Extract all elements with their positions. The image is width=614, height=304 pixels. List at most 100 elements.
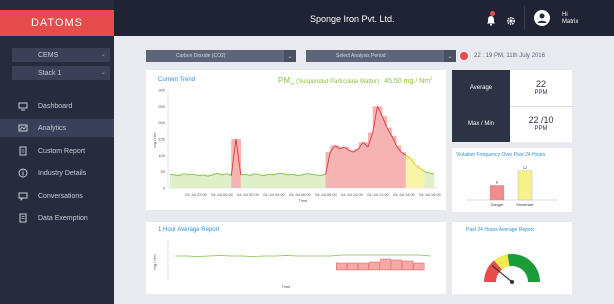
x-tick-label: 04 Jul 14:00 [393,192,416,197]
trend-area-segment [174,174,180,188]
notifications-button[interactable] [486,11,496,31]
hourly-bar [358,262,369,271]
trend-area-segment [344,147,350,188]
sidebar-item-conversations[interactable]: Conversations [0,187,114,205]
average-row: Average 22 PPM [452,70,572,106]
trend-area-segment [405,155,411,188]
violation-frequency-card: Violation Frequency Over Past 24 Hours 6… [452,148,572,212]
hourly-average-chart[interactable]: mg / Nm Time [146,222,446,294]
sidebar-item-custom-report[interactable]: Custom Report [0,142,114,160]
x-tick-label: 04 Jul 02:00 [237,192,260,197]
hourly-bar [347,262,358,271]
trend-area-segment [283,173,289,188]
trend-area-segment [254,173,260,188]
trend-area-segment [320,174,326,188]
y-axis-label: mg / Nm [152,132,157,148]
trend-area-segment [278,173,284,188]
chevron-down-icon: ⌄ [444,50,456,62]
hourly-line [175,254,431,257]
hourly-bar [402,260,414,271]
category-select[interactable]: CEMS ⌄ [12,48,110,62]
user-avatar[interactable] [534,10,550,26]
sidebar-item-data-exemption[interactable]: Data Exemption [0,209,114,227]
trend-area-segment [212,173,218,188]
trend-area-segment [424,171,430,188]
trend-area-segment [363,142,369,188]
trend-area-segment [306,173,312,188]
average-gauge [484,254,540,284]
hourly-bar [391,259,403,271]
category-select-value: CEMS [38,51,59,59]
x-tick-label: 04 Jul 04:00 [263,192,286,197]
trend-area-segment [259,174,265,188]
brand-logo[interactable]: DATOMS [0,10,114,36]
maxmin-row: Max / Min 22 /10 PPM [452,106,572,142]
sidebar-item-dashboard[interactable]: Dashboard [0,97,114,115]
trend-area-segment [287,174,293,188]
trend-area-segment [221,173,227,188]
x-axis-label: Time [282,284,292,289]
greeting-line1: Hi [562,12,568,18]
hourly-bar [413,262,425,271]
hourly-bar [336,262,347,271]
parameter-select[interactable]: Carbon Dioxide (CO2) ⌄ [146,50,296,62]
x-axis-label: Time [299,198,309,203]
period-select[interactable]: Select Analysis Period ⌄ [306,50,456,62]
trend-area-segment [401,152,407,188]
trend-area-segment [184,173,190,188]
sidebar: DATOMS CEMS ⌄ Stack 1 ⌄ Dashboard Analyt… [0,0,114,304]
sidebar-item-label: Analytics [38,124,67,132]
sidebar-item-analytics[interactable]: Analytics [0,119,114,137]
trend-area-segment [198,174,204,188]
violation-bar-value: 12 [523,165,528,170]
y-tick-label: 250 [158,104,165,109]
x-tick-label: 04 Jul 10:00 [341,192,364,197]
y-tick-label: 200 [158,120,165,125]
violation-bar [517,170,533,201]
divider [524,6,525,30]
trend-area-segment [386,127,392,188]
violation-chart[interactable]: 6 Danger 12 Moderate [452,148,572,212]
trend-area-segment [245,174,251,188]
y-tick-label: 150 [158,137,165,142]
live-status-dot [460,52,468,60]
trend-area-segment [193,174,199,188]
y-tick-label: 300 [158,88,165,93]
sidebar-item-label: Industry Details [38,169,87,177]
period-select-value: Select Analysis Period [336,53,386,59]
trend-area-segment [358,142,364,188]
settings-button[interactable] [506,13,516,31]
trend-area-segment [339,147,345,188]
info-icon [18,168,28,178]
maxmin-number: 22 /10 [528,114,554,125]
sidebar-item-industry-details[interactable]: Industry Details [0,164,114,182]
violation-bar [489,185,505,201]
hourly-average-card: 1 Hour Average Report mg / Nm Time [146,222,446,294]
trend-area-segment [302,173,308,188]
hourly-bar [380,258,392,271]
violation-bar-label: Danger [490,202,504,207]
stack-select[interactable]: Stack 1 ⌄ [12,66,110,80]
x-tick-label: 03 Jul 22:00 [185,192,208,197]
maxmin-label: Max / Min [452,106,510,142]
chevron-down-icon: ⌄ [100,51,106,58]
trend-area-segment [170,174,176,188]
user-greeting[interactable]: Hi Matrix [562,12,578,26]
trend-area-segment [188,174,194,188]
hourly-bar [369,261,380,271]
x-tick-label: 04 Jul 12:00 [367,192,390,197]
company-name: Sponge Iron Pvt. Ltd. [310,14,395,24]
current-trend-chart[interactable]: 300 250 200 150 100 50 0 03 Jul 22:00 04 Jul 00:… [146,70,446,210]
trend-area-segment [297,174,303,188]
x-tick-label: 04 Jul 08:00 [315,192,338,197]
average-value: 22 PPM [510,70,572,106]
trend-area-segment [377,106,383,188]
report-icon [18,146,28,156]
top-bar: Sponge Iron Pvt. Ltd. Hi Matrix [114,0,614,36]
trend-area-segment [231,139,237,188]
bell-icon [487,16,495,26]
gauge-hub [510,280,514,284]
dashboard-icon [18,101,28,111]
gauge-good-band [507,254,540,282]
trend-area-segment [410,158,416,188]
